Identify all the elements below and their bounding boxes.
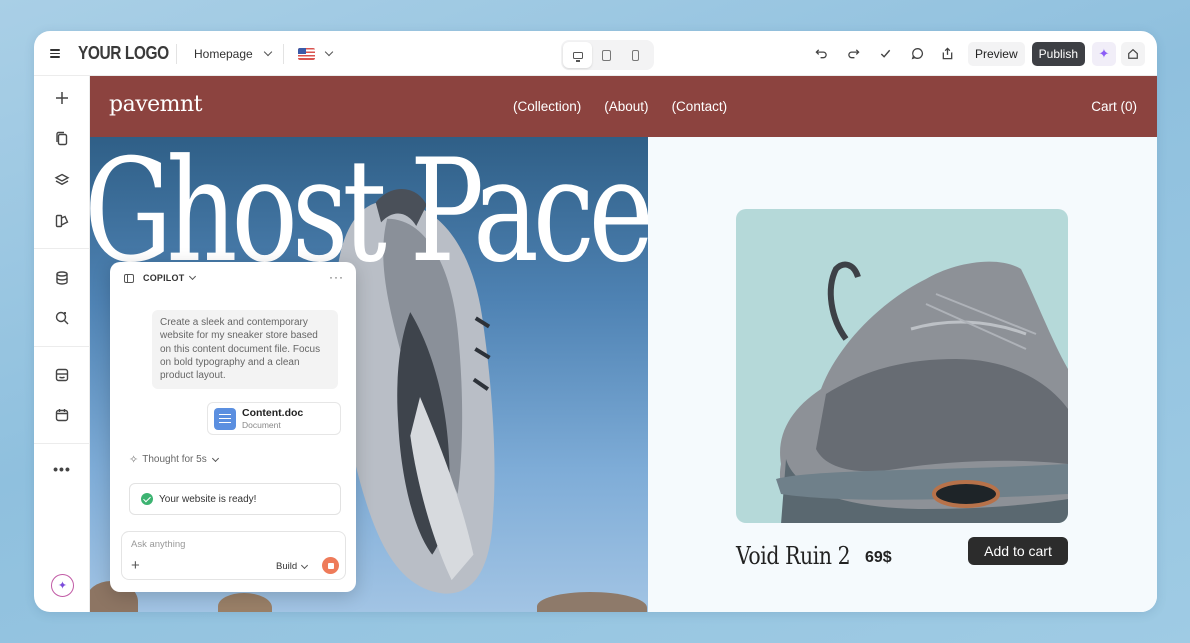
editor-toolbar: YOUR LOGO Homepage Preview Publish ✦: [34, 31, 1157, 76]
mode-label: Build: [276, 561, 298, 572]
divider: [282, 43, 284, 64]
chevron-down-icon: [263, 47, 272, 56]
site-nav: (Collection) (About) (Contact): [513, 99, 750, 114]
menu-icon[interactable]: [50, 49, 60, 58]
status-text: Your website is ready!: [159, 493, 257, 505]
sparkle-icon: ✦: [1098, 45, 1110, 61]
sparkle-icon: ✧: [129, 454, 139, 466]
layers-button[interactable]: [51, 169, 73, 191]
add-element-button[interactable]: [51, 87, 73, 109]
calendar-button[interactable]: [51, 404, 73, 426]
page-selector[interactable]: Homepage: [194, 46, 272, 61]
search-icon: [55, 311, 69, 325]
page-selector-label: Homepage: [194, 46, 253, 61]
app-logo: YOUR LOGO: [78, 43, 169, 63]
redo-icon: [848, 49, 860, 59]
desktop-icon: [572, 51, 583, 62]
product-price: 69$: [865, 549, 892, 566]
comment-icon: [912, 48, 924, 60]
language-selector[interactable]: [297, 47, 333, 60]
file-name: Content.doc: [242, 407, 304, 419]
check-button[interactable]: [874, 42, 898, 66]
chevron-down-icon: [211, 454, 219, 462]
product-sneaker-image: [776, 261, 1068, 523]
nav-link-contact[interactable]: (Contact): [672, 99, 728, 114]
store-button[interactable]: [51, 364, 73, 386]
user-message: Create a sleek and contemporary website …: [152, 310, 338, 390]
stop-button[interactable]: [322, 557, 339, 574]
product-image[interactable]: [736, 209, 1068, 523]
divider: [34, 443, 90, 444]
mobile-view-button[interactable]: [621, 42, 650, 68]
comment-button[interactable]: [906, 42, 930, 66]
status-message: Your website is ready!: [129, 483, 341, 515]
thought-toggle[interactable]: ✧ Thought for 5s: [129, 453, 219, 466]
undo-icon: [815, 49, 828, 59]
stop-icon: [327, 562, 334, 569]
divider: [176, 43, 177, 64]
us-flag-icon: [297, 47, 315, 60]
layers-icon: [54, 173, 70, 186]
left-sidebar: ••• ✦: [34, 76, 90, 612]
theme-button[interactable]: [51, 210, 73, 232]
pages-icon: [56, 131, 68, 146]
share-icon: [943, 47, 953, 60]
undo-button[interactable]: [810, 42, 834, 66]
file-type: Document: [242, 420, 281, 430]
ai-sparkle-button[interactable]: ✦: [1092, 41, 1116, 66]
editor-window: YOUR LOGO Homepage Preview Publish ✦ •••…: [34, 31, 1157, 612]
nav-link-collection[interactable]: (Collection): [513, 99, 581, 114]
check-icon: [881, 49, 891, 58]
copilot-title: COPILOT: [143, 273, 185, 283]
calendar-icon: [55, 409, 69, 422]
desktop-view-button[interactable]: [563, 42, 592, 68]
preview-button[interactable]: Preview: [967, 41, 1025, 66]
ai-assistant-button[interactable]: ✦: [51, 574, 74, 597]
divider: [34, 346, 90, 347]
add-attachment-icon[interactable]: +: [131, 558, 140, 573]
sparkle-icon: ✦: [57, 580, 68, 592]
home-button[interactable]: [1121, 41, 1145, 66]
document-icon: [214, 407, 236, 430]
device-switcher: [561, 40, 654, 70]
store-icon: [55, 368, 69, 382]
seo-button[interactable]: [51, 307, 73, 329]
product-section: Void Ruin 2 69$ Add to cart: [648, 137, 1157, 612]
check-circle-icon: [141, 493, 153, 505]
product-name: Void Ruin 2: [736, 542, 851, 570]
pages-button[interactable]: [51, 128, 73, 150]
site-brand[interactable]: pavemnt: [109, 92, 203, 117]
chevron-down-icon: [301, 561, 309, 569]
cart-link[interactable]: Cart (0): [1091, 99, 1137, 114]
chat-input[interactable]: [131, 539, 331, 550]
copilot-panel: COPILOT ··· Create a sleek and contempor…: [110, 262, 356, 592]
tablet-icon: [602, 49, 611, 61]
more-options-button[interactable]: •••: [51, 458, 73, 480]
chevron-down-icon: [324, 47, 333, 56]
database-button[interactable]: [51, 267, 73, 289]
site-header: pavemnt (Collection) (About) (Contact) C…: [90, 76, 1157, 137]
chevron-down-icon: [189, 272, 197, 281]
redo-button[interactable]: [842, 42, 866, 66]
chat-input-box: + Build: [121, 531, 346, 580]
palette-icon: [55, 214, 69, 228]
mode-selector[interactable]: Build: [276, 561, 309, 572]
nav-link-about[interactable]: (About): [604, 99, 648, 114]
more-icon: •••: [53, 461, 71, 477]
divider: [34, 248, 90, 249]
publish-button[interactable]: Publish: [1031, 41, 1085, 66]
panel-icon: [124, 273, 134, 283]
attached-file[interactable]: Content.doc Document: [207, 402, 341, 435]
more-options-icon[interactable]: ···: [329, 270, 344, 284]
add-to-cart-button[interactable]: Add to cart: [968, 537, 1068, 565]
tablet-view-button[interactable]: [592, 42, 621, 68]
phone-icon: [632, 49, 639, 61]
copilot-header[interactable]: COPILOT: [124, 272, 197, 283]
plus-icon: [56, 92, 68, 104]
database-icon: [56, 271, 68, 285]
home-icon: [1128, 48, 1138, 59]
thought-label: Thought for 5s: [142, 454, 207, 465]
share-button[interactable]: [936, 42, 960, 66]
